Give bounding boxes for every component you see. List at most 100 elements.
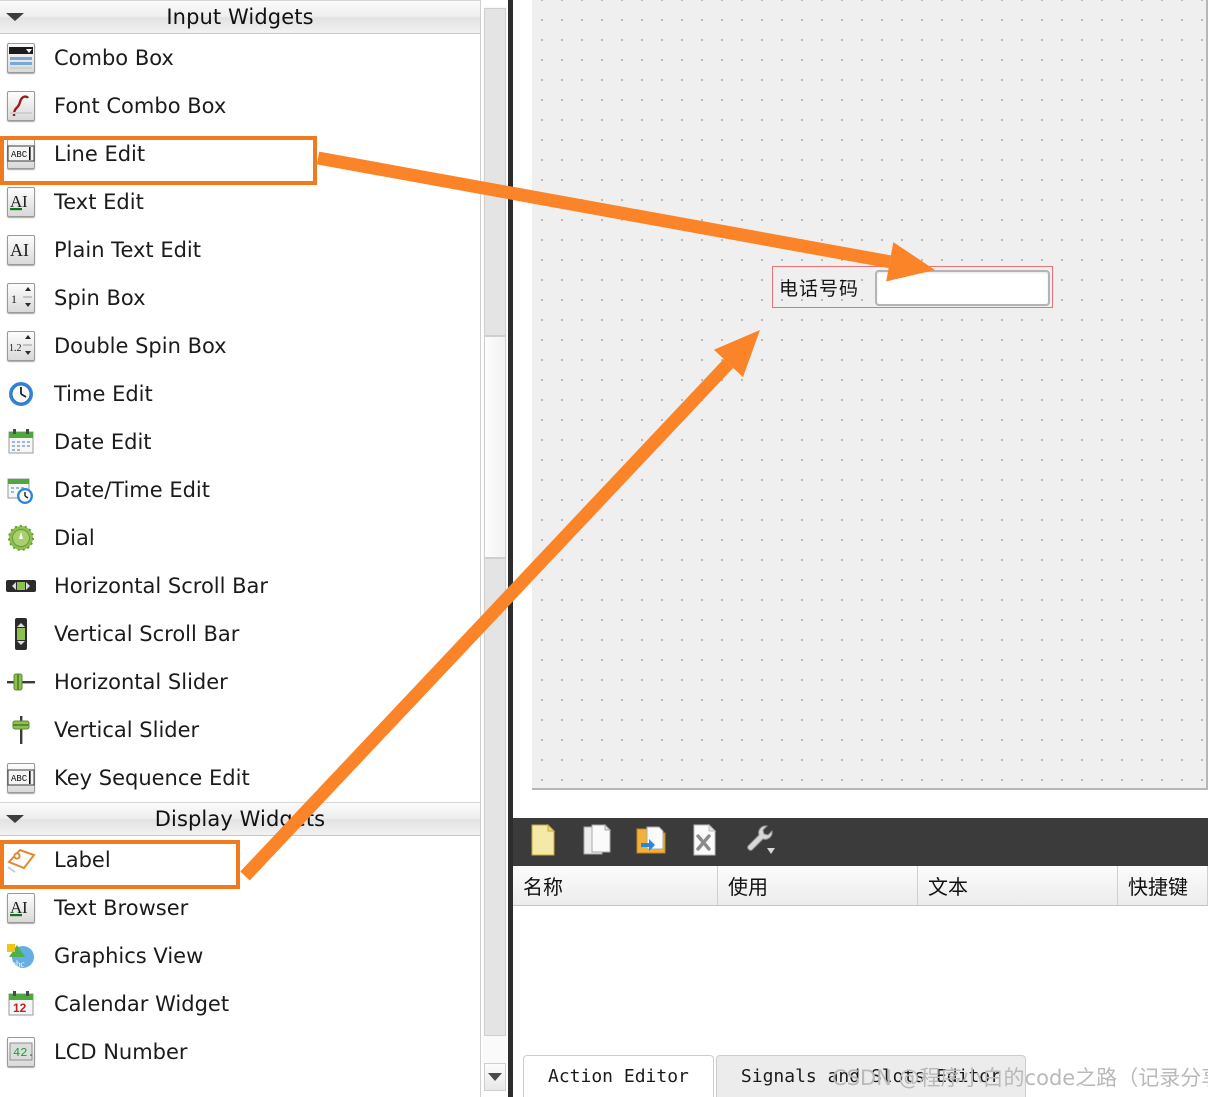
- widget-box-panel[interactable]: Input Widgets Combo Box Font Combo Box ABC L…: [0, 0, 480, 1097]
- widget-item-label: Horizontal Scroll Bar: [54, 574, 269, 598]
- widget-item-vertical-scroll-bar[interactable]: Vertical Scroll Bar: [0, 610, 480, 658]
- widget-item-lcd-number[interactable]: 42. LCD Number: [0, 1028, 480, 1076]
- lcd-number-icon: 42.: [4, 1035, 38, 1069]
- widget-item-label: Horizontal Slider: [54, 670, 228, 694]
- widget-group-items: Label A I Text Browser abc Graphics View 12 Cal…: [0, 836, 480, 1076]
- widget-box-scrollbar[interactable]: [480, 0, 508, 1097]
- configure-button[interactable]: [741, 823, 777, 861]
- widget-item-label: Vertical Slider: [54, 718, 200, 742]
- widget-item-dial[interactable]: Dial: [0, 514, 480, 562]
- key-sequence-edit-icon: ABC: [4, 761, 38, 795]
- widget-item-font-combo-box[interactable]: Font Combo Box: [0, 82, 480, 130]
- svg-text:ABC: ABC: [11, 150, 28, 160]
- clock-icon: [4, 377, 38, 411]
- paste-action-button[interactable]: [633, 823, 669, 861]
- widget-group-header-input-widgets[interactable]: Input Widgets: [0, 0, 480, 34]
- action-column-header-3[interactable]: 快捷键: [1118, 866, 1208, 905]
- action-column-header-0[interactable]: 名称: [513, 866, 718, 905]
- widget-item-text-edit[interactable]: A I Text Edit: [0, 178, 480, 226]
- action-editor-rows[interactable]: [513, 906, 1208, 1046]
- widget-item-double-spin-box[interactable]: 1.2 Double Spin Box: [0, 322, 480, 370]
- svg-text:abc: abc: [12, 959, 25, 969]
- triangle-down-icon: [6, 13, 24, 21]
- widget-item-line-edit[interactable]: ABC Line Edit: [0, 130, 480, 178]
- widget-item-label: Text Edit: [54, 190, 144, 214]
- label-tag-icon: [4, 843, 38, 877]
- widget-item-label: Date/Time Edit: [54, 478, 211, 502]
- delete-document-icon: [691, 823, 719, 861]
- widget-item-time-edit[interactable]: Time Edit: [0, 370, 480, 418]
- triangle-down-icon: [6, 815, 24, 823]
- form-label-widget[interactable]: 电话号码: [779, 274, 859, 301]
- scrollbar-thumb[interactable]: [484, 336, 506, 558]
- widget-group-title: Display Widgets: [154, 807, 326, 831]
- widget-item-text-browser[interactable]: A I Text Browser: [0, 884, 480, 932]
- action-editor-column-headers: 名称 使用 文本 快捷键: [513, 866, 1208, 906]
- spin-box-icon: 1: [4, 281, 38, 315]
- form-line-edit-widget[interactable]: [875, 270, 1050, 306]
- widget-item-calendar-widget[interactable]: 12 Calendar Widget: [0, 980, 480, 1028]
- text-browser-icon: AI: [4, 891, 38, 925]
- widget-item-label: Vertical Scroll Bar: [54, 622, 240, 646]
- svg-text:12: 12: [13, 1001, 27, 1015]
- widget-item-label[interactable]: Label: [0, 836, 480, 884]
- widget-group-title: Input Widgets: [166, 5, 314, 29]
- widget-item-vertical-slider[interactable]: Vertical Slider: [0, 706, 480, 754]
- action-editor-toolbar[interactable]: [513, 818, 1208, 866]
- widget-item-key-sequence-edit[interactable]: ABC Key Sequence Edit: [0, 754, 480, 802]
- svg-text:I: I: [22, 192, 28, 211]
- horizontal-slider-icon: [4, 665, 38, 699]
- vertical-scrollbar-icon: [4, 617, 38, 651]
- widget-group-header-display-widgets[interactable]: Display Widgets: [0, 802, 480, 836]
- widget-item-label: Graphics View: [54, 944, 204, 968]
- widget-item-horizontal-slider[interactable]: Horizontal Slider: [0, 658, 480, 706]
- widget-group-items: Combo Box Font Combo Box ABC Line Edit A I Tex…: [0, 34, 480, 802]
- new-action-button[interactable]: [525, 823, 561, 861]
- widget-item-date-time-edit[interactable]: Date/Time Edit: [0, 466, 480, 514]
- paste-folder-icon: [635, 823, 667, 861]
- svg-text:I: I: [22, 898, 28, 917]
- action-column-header-1[interactable]: 使用: [718, 866, 918, 905]
- widget-item-label: Time Edit: [54, 382, 153, 406]
- scrollbar-down-arrow-button[interactable]: [484, 1063, 506, 1091]
- font-combo-box-icon: [4, 89, 38, 123]
- widget-item-label: Calendar Widget: [54, 992, 230, 1016]
- action-editor-tabbar[interactable]: Action Editor Signals and Slots Editor: [513, 1048, 1208, 1097]
- graphics-view-icon: abc: [4, 939, 38, 973]
- calendar-icon: [4, 425, 38, 459]
- scrollbar-track-upper[interactable]: [484, 8, 506, 336]
- form-canvas-area[interactable]: 电话号码: [513, 0, 1208, 818]
- tab-action-editor[interactable]: Action Editor: [523, 1055, 714, 1097]
- copy-action-button[interactable]: [579, 823, 615, 861]
- double-spin-box-icon: 1.2: [4, 329, 38, 363]
- widget-item-label: Date Edit: [54, 430, 152, 454]
- plain-text-edit-icon: AI: [4, 233, 38, 267]
- line-edit-icon: ABC: [4, 137, 38, 171]
- wrench-icon: [742, 823, 776, 861]
- widget-item-label: Label: [54, 848, 111, 872]
- delete-action-button[interactable]: [687, 823, 723, 861]
- widget-item-plain-text-edit[interactable]: A I Plain Text Edit: [0, 226, 480, 274]
- action-editor-panel[interactable]: 名称 使用 文本 快捷键 Action Editor Signals and Slots…: [513, 818, 1208, 1097]
- tab-signals-and-slots-editor[interactable]: Signals and Slots Editor: [715, 1055, 1026, 1097]
- selected-form-row[interactable]: 电话号码: [772, 266, 1053, 308]
- action-column-header-2[interactable]: 文本: [918, 866, 1118, 905]
- widget-item-spin-box[interactable]: 1 Spin Box: [0, 274, 480, 322]
- widget-item-label: Line Edit: [54, 142, 146, 166]
- widget-item-date-edit[interactable]: Date Edit: [0, 418, 480, 466]
- scrollbar-track-lower[interactable]: [484, 558, 506, 1036]
- widget-item-graphics-view[interactable]: abc Graphics View: [0, 932, 480, 980]
- widget-item-combo-box[interactable]: Combo Box: [0, 34, 480, 82]
- vertical-slider-icon: [4, 713, 38, 747]
- widget-item-label: Dial: [54, 526, 95, 550]
- svg-text:A: A: [10, 240, 23, 260]
- horizontal-scrollbar-icon: [4, 569, 38, 603]
- widget-item-label: Double Spin Box: [54, 334, 227, 358]
- combo-box-icon: [4, 41, 38, 75]
- calendar-widget-icon: 12: [4, 987, 38, 1021]
- form-design-surface[interactable]: 电话号码: [532, 0, 1208, 790]
- widget-item-label: Key Sequence Edit: [54, 766, 250, 790]
- dial-knob-icon: [4, 521, 38, 555]
- chevron-down-icon: [488, 1073, 502, 1081]
- widget-item-horizontal-scroll-bar[interactable]: Horizontal Scroll Bar: [0, 562, 480, 610]
